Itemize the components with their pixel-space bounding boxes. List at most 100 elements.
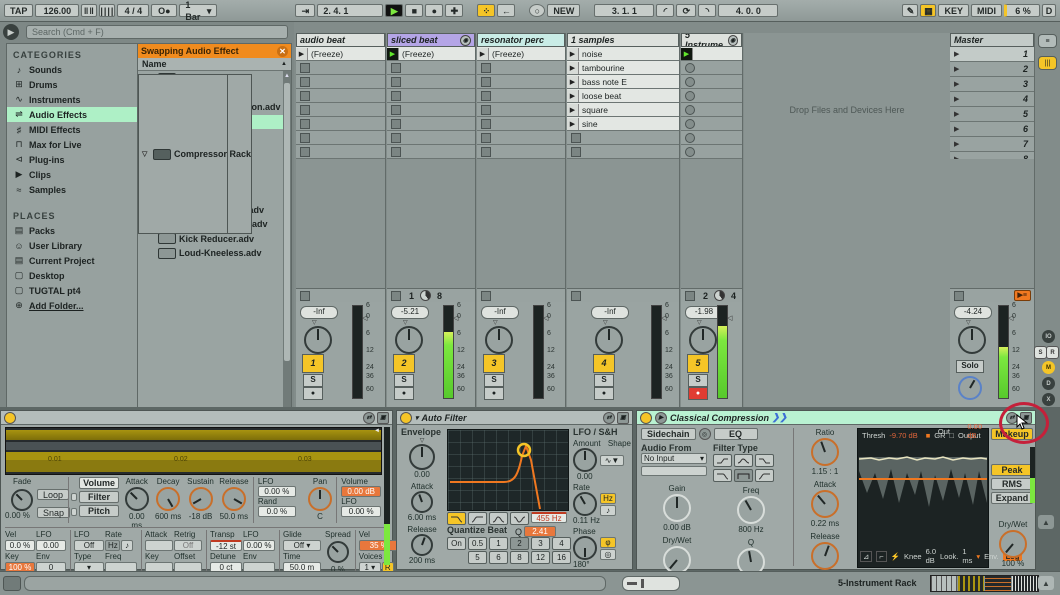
sample-waveform-display[interactable]: 0.01 0.02 0.03 ◄ — [5, 427, 382, 475]
solo-button[interactable]: S — [594, 374, 614, 387]
tempo-field[interactable]: 126.00 — [35, 4, 79, 17]
solo-button[interactable]: S — [688, 374, 708, 387]
empty-clip-slot[interactable] — [387, 89, 475, 103]
place-item-desktop[interactable]: ▢Desktop — [7, 268, 137, 283]
scene-launch-icon[interactable]: ▶ — [954, 95, 959, 103]
decay-knob[interactable] — [156, 487, 180, 511]
reenable-automation-button[interactable]: ← — [497, 4, 515, 17]
midi-map-button[interactable]: MIDI — [971, 4, 1002, 17]
browser-item-compressor[interactable]: ▽Compressor — [138, 74, 228, 234]
hotswap-close-icon[interactable]: ✕ — [277, 46, 288, 57]
quantize-16-button[interactable]: 16 — [552, 551, 571, 564]
zoom-in-handle[interactable] — [641, 579, 644, 588]
metronome-icon[interactable]: ‖‖ — [81, 4, 97, 17]
category-item-instruments[interactable]: ∿Instruments — [7, 92, 137, 107]
track-header-icon[interactable]: ◉ — [728, 35, 738, 46]
place-item-current-project[interactable]: ▤Current Project — [7, 253, 137, 268]
clip-stop-icon[interactable] — [481, 77, 491, 87]
device-activator-icon[interactable] — [4, 412, 16, 424]
clip-launch-icon[interactable]: ▶ — [567, 48, 579, 60]
compressor-display[interactable]: Thresh -9.70 dB ■ GR □ Output Out 0.00 d… — [857, 428, 989, 568]
empty-clip-slot[interactable] — [477, 75, 565, 89]
stop-all-clips-button[interactable] — [391, 291, 401, 301]
clip-launch-icon[interactable]: ▶ — [477, 48, 489, 60]
lowpass-filter-icon[interactable] — [447, 512, 466, 525]
category-item-samples[interactable]: ≈Samples — [7, 182, 137, 197]
empty-clip-slot[interactable] — [681, 61, 742, 75]
empty-clip-slot[interactable] — [387, 75, 475, 89]
empty-clip-slot[interactable] — [681, 103, 742, 117]
peak-button[interactable]: Peak — [991, 464, 1033, 476]
fold-device-icon[interactable]: ▾ — [415, 414, 419, 422]
gr-swatch-icon[interactable]: ■ — [926, 431, 931, 440]
spread-knob[interactable] — [327, 541, 349, 563]
look-dropdown-icon[interactable]: ▾ — [976, 552, 980, 561]
empty-clip-slot[interactable] — [477, 131, 565, 145]
browser-search-input[interactable]: Search (Cmd + F) — [26, 25, 288, 39]
arm-button[interactable]: ● — [303, 387, 323, 400]
filter-display[interactable] — [447, 429, 569, 511]
category-item-drums[interactable]: ⊞Drums — [7, 77, 137, 92]
place-item-add-folder[interactable]: ⊕Add Folder... — [7, 298, 137, 313]
empty-clip-slot[interactable] — [296, 145, 385, 159]
track-activator[interactable]: 2 — [393, 354, 415, 373]
quantize-12-button[interactable]: 12 — [531, 551, 550, 564]
attack2-field[interactable] — [145, 540, 173, 551]
scene-launch-icon[interactable]: ▶ — [954, 110, 959, 118]
slot-record-icon[interactable] — [685, 147, 695, 157]
device-play-icon[interactable]: ▶ — [655, 412, 667, 424]
empty-clip-slot[interactable] — [296, 89, 385, 103]
empty-clip-slot[interactable] — [387, 103, 475, 117]
clip-slot-bass-note-e[interactable]: ▶bass note E — [567, 75, 679, 89]
slot-record-icon[interactable] — [685, 63, 695, 73]
overview-zoom-controls[interactable] — [622, 576, 680, 591]
midi-overdub-button[interactable]: ✚ — [445, 4, 463, 17]
spin-mode-button[interactable]: ◎ — [600, 549, 616, 560]
af-release-knob[interactable] — [411, 534, 433, 556]
pan-knob[interactable] — [595, 326, 623, 354]
tab-filter[interactable]: Filter — [79, 491, 119, 503]
quantize-3-button[interactable]: 3 — [531, 537, 550, 550]
quantize-0-5-button[interactable]: 0.5 — [468, 537, 487, 550]
scene-row-4[interactable]: ▶4 — [950, 92, 1034, 107]
clip-stop-icon[interactable] — [391, 91, 401, 101]
af-attack-knob[interactable] — [411, 491, 433, 513]
empty-clip-slot[interactable] — [296, 117, 385, 131]
quantize-6-button[interactable]: 6 — [489, 551, 508, 564]
category-item-sounds[interactable]: ♪Sounds — [7, 62, 137, 77]
listen-headphone-icon[interactable]: ◎ — [699, 428, 711, 440]
track-header[interactable]: sliced beat◉ — [387, 33, 475, 47]
track-activator[interactable]: 5 — [687, 354, 709, 373]
vel-lfo-field[interactable]: 0.00 — [36, 540, 66, 551]
capture-new-button[interactable]: NEW — [547, 4, 580, 17]
graph-mode-icon[interactable]: ⊿ — [860, 551, 872, 562]
category-item-clips[interactable]: ▶Clips — [7, 167, 137, 182]
highpass-filter-icon[interactable] — [468, 512, 487, 525]
track-header[interactable]: 1 samples — [567, 33, 679, 47]
clip-stop-icon[interactable] — [391, 147, 401, 157]
session-view-selector-icon[interactable]: ≡ — [1038, 34, 1057, 48]
category-item-max-for-live[interactable]: ⊓Max for Live — [7, 137, 137, 152]
empty-clip-slot[interactable] — [477, 117, 565, 131]
cue-volume-knob[interactable] — [958, 376, 982, 400]
solo-button[interactable]: Solo — [956, 360, 984, 373]
device-view-fold-icon[interactable]: ▲ — [1038, 515, 1054, 529]
device-thumbnail[interactable] — [931, 576, 957, 591]
clip-stop-icon[interactable] — [481, 147, 491, 157]
scene-launch-icon[interactable]: ▶ — [954, 140, 959, 148]
audio-from-channel-dropdown[interactable] — [641, 466, 707, 476]
clip-stop-icon[interactable] — [571, 147, 581, 157]
sustain-knob[interactable] — [189, 487, 213, 511]
bandpass-filter-icon[interactable] — [489, 512, 508, 525]
clip-stop-icon[interactable] — [481, 119, 491, 129]
transfer-curve-icon[interactable]: ⚡ — [891, 552, 900, 561]
scene-launch-icon[interactable]: ▶ — [954, 65, 959, 73]
device-thumbnail[interactable] — [958, 576, 984, 591]
save-preset-icon[interactable]: ▣ — [377, 412, 389, 424]
rate-hz-button[interactable]: Hz — [105, 540, 120, 551]
clip-slot-noise[interactable]: ▶noise — [567, 47, 679, 61]
arm-button[interactable]: ● — [394, 387, 414, 400]
slot-record-icon[interactable] — [685, 91, 695, 101]
output-swatch-icon[interactable]: □ — [949, 431, 954, 440]
arm-button[interactable]: ● — [594, 387, 614, 400]
